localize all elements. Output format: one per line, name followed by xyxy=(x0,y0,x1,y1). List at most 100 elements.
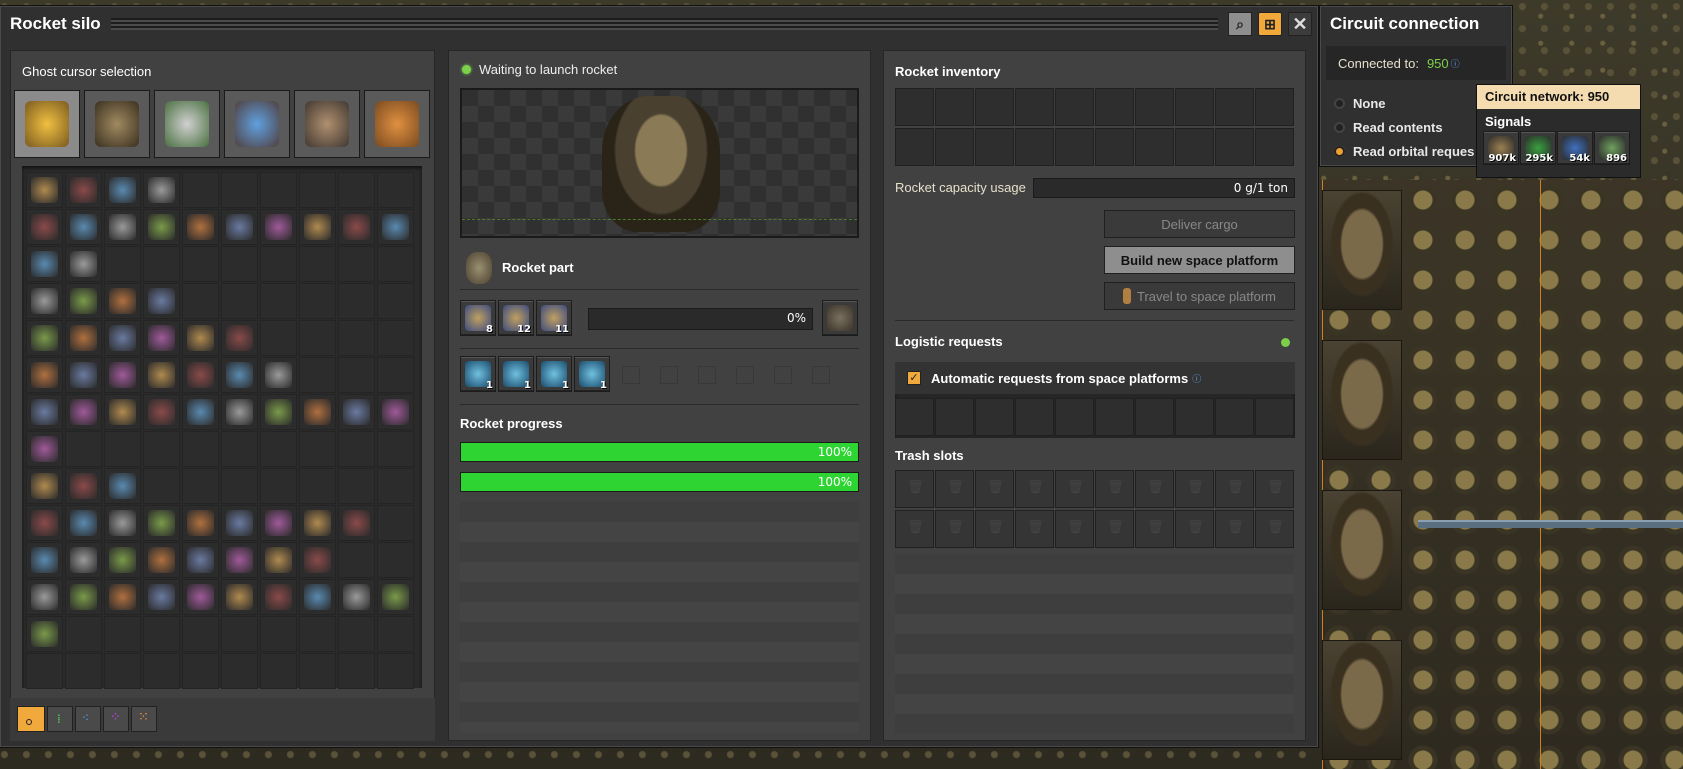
ghost-item-slot[interactable] xyxy=(377,246,414,282)
ghost-item-slot[interactable] xyxy=(143,209,180,245)
ghost-item-slot[interactable] xyxy=(221,283,258,319)
ghost-item-slot[interactable] xyxy=(26,283,63,319)
ghost-item-slot[interactable] xyxy=(182,579,219,615)
ghost-item-slot[interactable] xyxy=(299,505,336,541)
rocket-inventory-slot[interactable] xyxy=(895,128,934,166)
ghost-item-slot[interactable] xyxy=(299,357,336,393)
ghost-item-slot[interactable] xyxy=(65,468,102,504)
ghost-item-slot[interactable] xyxy=(377,542,414,578)
ghost-item-slot[interactable] xyxy=(26,542,63,578)
rocket-inventory-slot[interactable] xyxy=(1255,88,1294,126)
ghost-item-slot[interactable] xyxy=(299,616,336,652)
trash-slot[interactable]: 🗑 xyxy=(1055,510,1094,548)
ghost-item-slot[interactable] xyxy=(377,394,414,430)
rocket-inventory-slot[interactable] xyxy=(935,128,974,166)
rocket-inventory-slot[interactable] xyxy=(1215,88,1254,126)
trash-slot[interactable]: 🗑 xyxy=(895,470,934,508)
ingredient-slot[interactable]: 11 xyxy=(536,300,572,336)
ghost-item-slot[interactable] xyxy=(104,505,141,541)
ghost-item-slot[interactable] xyxy=(260,468,297,504)
radio-read-contents[interactable]: Read contents xyxy=(1334,120,1443,135)
ghost-item-slot[interactable] xyxy=(338,394,375,430)
ghost-item-slot[interactable] xyxy=(260,357,297,393)
tab-logistics[interactable] xyxy=(14,90,80,158)
ghost-item-slot[interactable] xyxy=(26,653,63,689)
ghost-item-slot[interactable] xyxy=(338,431,375,467)
ghost-item-slot[interactable] xyxy=(104,394,141,430)
ghost-item-slot[interactable] xyxy=(104,431,141,467)
window-titlebar[interactable]: Rocket silo ⌕ ⊞ ✕ xyxy=(0,6,1318,42)
rocket-inventory-slot[interactable] xyxy=(1055,128,1094,166)
ghost-item-slot[interactable] xyxy=(182,505,219,541)
ghost-item-slot[interactable] xyxy=(260,172,297,208)
module-slot[interactable]: 1 xyxy=(574,356,610,392)
trash-slot[interactable]: 🗑 xyxy=(975,470,1014,508)
module-slot[interactable] xyxy=(812,366,830,384)
ghost-item-slot[interactable] xyxy=(377,579,414,615)
logistic-request-slot[interactable] xyxy=(1055,398,1094,436)
ghost-item-slot[interactable] xyxy=(299,579,336,615)
ghost-item-slot[interactable] xyxy=(104,209,141,245)
ghost-item-slot[interactable] xyxy=(260,394,297,430)
search-button[interactable]: ⌕ xyxy=(1228,12,1252,36)
trash-slot[interactable]: 🗑 xyxy=(1015,470,1054,508)
ghost-item-slot[interactable] xyxy=(377,616,414,652)
ghost-item-slot[interactable] xyxy=(65,579,102,615)
ghost-item-slot[interactable] xyxy=(182,468,219,504)
trash-slot[interactable]: 🗑 xyxy=(895,510,934,548)
ghost-item-slot[interactable] xyxy=(338,283,375,319)
rocket-inventory-slot[interactable] xyxy=(1095,128,1134,166)
ghost-item-slot[interactable] xyxy=(299,209,336,245)
ghost-item-slot[interactable] xyxy=(65,209,102,245)
ghost-item-slot[interactable] xyxy=(221,320,258,356)
ghost-item-slot[interactable] xyxy=(338,579,375,615)
ghost-item-slot[interactable] xyxy=(143,283,180,319)
rocket-silo-entity[interactable] xyxy=(1322,190,1402,310)
ghost-item-slot[interactable] xyxy=(377,172,414,208)
ghost-item-slot[interactable] xyxy=(26,579,63,615)
ghost-item-slot[interactable] xyxy=(104,246,141,282)
logistic-request-slot[interactable] xyxy=(975,398,1014,436)
ghost-item-slot[interactable] xyxy=(104,579,141,615)
radio-none[interactable]: None xyxy=(1334,96,1386,111)
ghost-item-slot[interactable] xyxy=(143,246,180,282)
ghost-item-slot[interactable] xyxy=(65,542,102,578)
module-slot[interactable] xyxy=(736,366,754,384)
ghost-item-slot[interactable] xyxy=(182,172,219,208)
ghost-item-slot[interactable] xyxy=(260,246,297,282)
trash-slot[interactable]: 🗑 xyxy=(1255,510,1294,548)
ghost-item-slot[interactable] xyxy=(299,320,336,356)
rocket-inventory-slot[interactable] xyxy=(1255,128,1294,166)
ghost-item-slot[interactable] xyxy=(221,246,258,282)
ghost-item-slot[interactable] xyxy=(299,431,336,467)
ghost-item-slot[interactable] xyxy=(104,542,141,578)
module-slot[interactable] xyxy=(660,366,678,384)
ghost-item-slot[interactable] xyxy=(299,283,336,319)
ghost-item-slot[interactable] xyxy=(143,394,180,430)
ghost-item-slot[interactable] xyxy=(299,468,336,504)
rocket-inventory-slot[interactable] xyxy=(1175,128,1214,166)
logistic-request-slot[interactable] xyxy=(935,398,974,436)
ghost-item-slot[interactable] xyxy=(377,209,414,245)
ghost-item-slot[interactable] xyxy=(260,431,297,467)
quality-rare-button[interactable]: ⁖ xyxy=(75,706,101,732)
ghost-item-slot[interactable] xyxy=(299,653,336,689)
ghost-item-slot[interactable] xyxy=(143,616,180,652)
quality-legendary-button[interactable]: ⁙ xyxy=(131,706,157,732)
ghost-item-slot[interactable] xyxy=(182,394,219,430)
ghost-item-slot[interactable] xyxy=(377,431,414,467)
ghost-item-slot[interactable] xyxy=(26,357,63,393)
ghost-item-slot[interactable] xyxy=(26,320,63,356)
tab-space[interactable] xyxy=(224,90,290,158)
rocket-inventory-slot[interactable] xyxy=(1215,128,1254,166)
recipe-row[interactable]: Rocket part xyxy=(460,246,859,290)
logistic-request-slot[interactable] xyxy=(1095,398,1134,436)
ghost-item-slot[interactable] xyxy=(65,653,102,689)
rocket-inventory-slot[interactable] xyxy=(895,88,934,126)
ghost-item-slot[interactable] xyxy=(338,616,375,652)
ghost-item-slot[interactable] xyxy=(26,394,63,430)
ghost-item-slot[interactable] xyxy=(221,542,258,578)
rocket-inventory-slot[interactable] xyxy=(1015,128,1054,166)
rocket-silo-entity[interactable] xyxy=(1322,340,1402,460)
ghost-item-slot[interactable] xyxy=(104,172,141,208)
